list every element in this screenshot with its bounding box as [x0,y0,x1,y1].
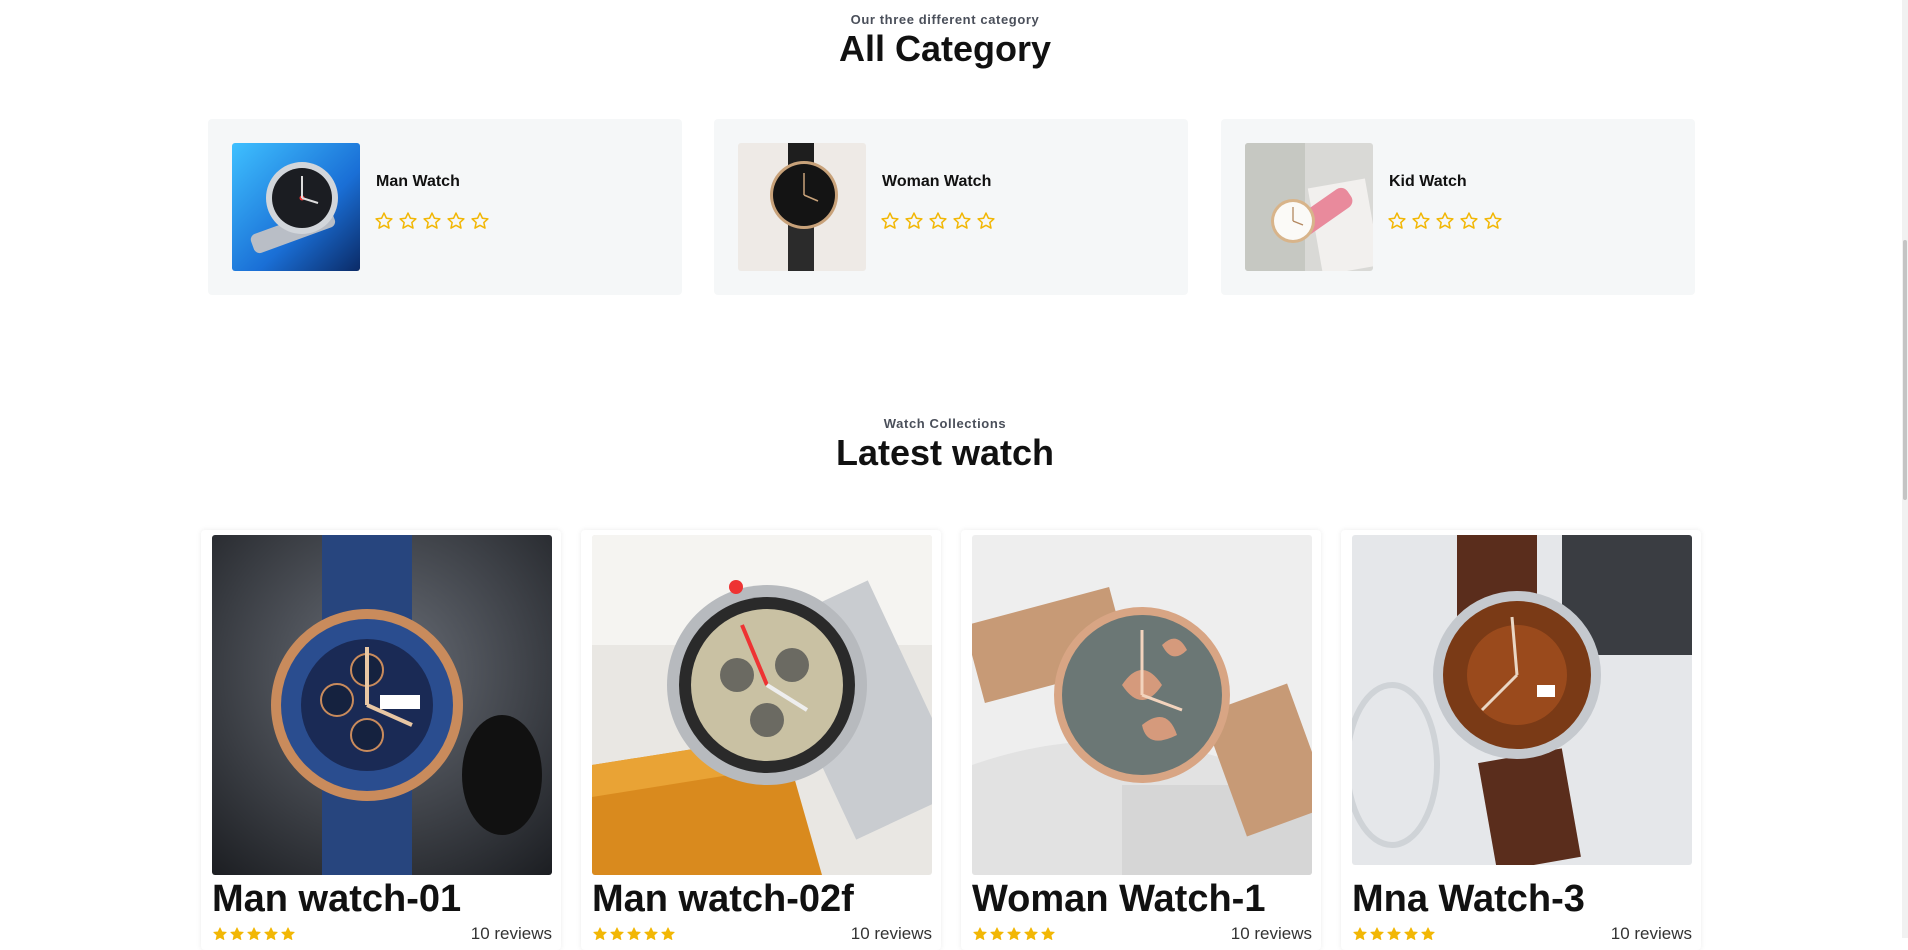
kid-watch-thumbnail [1245,143,1373,271]
product-reviews: 10 reviews [1230,924,1312,943]
star-outline-icon [904,211,924,231]
product-reviews: 10 reviews [850,924,932,943]
star-filled-icon [989,926,1005,942]
star-filled-icon [1023,926,1039,942]
star-filled-icon [626,926,642,942]
product-name[interactable]: Mna Watch-3 [1352,878,1585,921]
star-outline-icon [976,211,996,231]
category-card-kid[interactable]: Kid Watch [1221,119,1695,295]
product-card[interactable]: Man watch-02f 10 reviews [581,530,941,950]
star-filled-icon [1352,926,1368,942]
star-filled-icon [592,926,608,942]
star-filled-icon [1369,926,1385,942]
product-reviews: 10 reviews [1610,924,1692,943]
product-name[interactable]: Woman Watch-1 [972,878,1265,921]
latest-title: Latest watch [835,432,1055,473]
category-rating [880,211,996,231]
product-image[interactable] [1352,535,1692,865]
star-filled-icon [246,926,262,942]
star-filled-icon [1420,926,1436,942]
scrollbar-thumb[interactable] [1903,240,1907,500]
category-name[interactable]: Kid Watch [1389,173,1467,191]
star-outline-icon [1387,211,1407,231]
category-card-woman[interactable]: Woman Watch [714,119,1188,295]
star-filled-icon [1040,926,1056,942]
star-outline-icon [446,211,466,231]
star-filled-icon [643,926,659,942]
man-watch-thumbnail [232,143,360,271]
star-filled-icon [212,926,228,942]
product-card[interactable]: Woman Watch-1 10 reviews [961,530,1321,950]
star-outline-icon [398,211,418,231]
star-outline-icon [470,211,490,231]
star-filled-icon [263,926,279,942]
star-outline-icon [928,211,948,231]
latest-eyebrow: Watch Collections [883,416,1007,431]
star-outline-icon [422,211,442,231]
star-filled-icon [1006,926,1022,942]
product-reviews: 10 reviews [470,924,552,943]
product-name[interactable]: Man watch-02f [592,878,854,921]
product-card[interactable]: Mna Watch-3 10 reviews [1341,530,1701,950]
star-outline-icon [1459,211,1479,231]
star-outline-icon [374,211,394,231]
product-rating [972,926,1056,942]
star-filled-icon [280,926,296,942]
page-scrollbar[interactable] [1902,0,1908,938]
star-outline-icon [1483,211,1503,231]
star-filled-icon [609,926,625,942]
woman-watch-thumbnail [738,143,866,271]
product-rating [1352,926,1436,942]
category-name[interactable]: Woman Watch [882,173,991,191]
star-filled-icon [1403,926,1419,942]
category-eyebrow: Our three different category [850,12,1040,27]
star-outline-icon [1411,211,1431,231]
product-rating [212,926,296,942]
category-rating [374,211,490,231]
star-filled-icon [660,926,676,942]
product-image[interactable] [972,535,1312,875]
product-name[interactable]: Man watch-01 [212,878,461,921]
product-card[interactable]: Man watch-01 10 reviews [201,530,561,950]
star-filled-icon [972,926,988,942]
category-title: All Category [838,28,1052,69]
category-rating [1387,211,1503,231]
product-rating [592,926,676,942]
category-card-man[interactable]: Man Watch [208,119,682,295]
star-filled-icon [1386,926,1402,942]
star-outline-icon [952,211,972,231]
product-image[interactable] [592,535,932,875]
star-filled-icon [229,926,245,942]
product-image[interactable] [212,535,552,875]
star-outline-icon [1435,211,1455,231]
category-name[interactable]: Man Watch [376,173,460,191]
star-outline-icon [880,211,900,231]
